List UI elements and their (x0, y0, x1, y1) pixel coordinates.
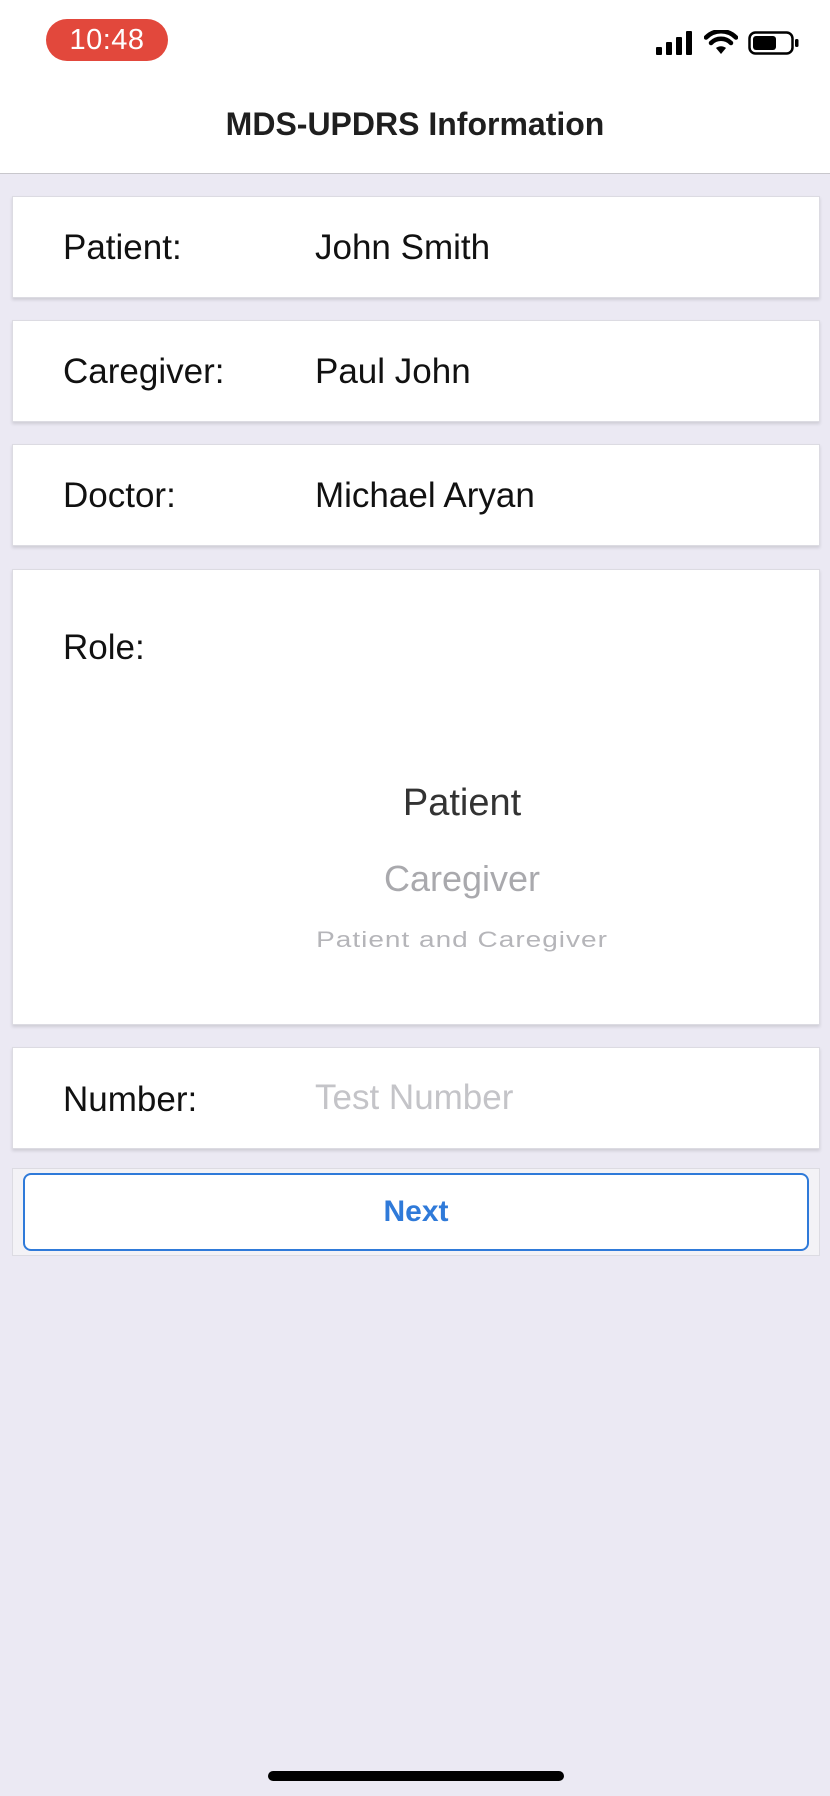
caregiver-label: Caregiver: (63, 352, 225, 391)
role-option-patient-and-caregiver[interactable]: Patient and Caregiver (13, 927, 819, 953)
status-bar: 10:48 (0, 0, 830, 84)
doctor-label: Doctor: (63, 476, 176, 515)
patient-row: Patient: John Smith (12, 196, 820, 298)
doctor-row: Doctor: Michael Aryan (12, 444, 820, 546)
role-option-caregiver[interactable]: Caregiver (13, 858, 819, 900)
role-row: Role: Patient Caregiver Patient and Care… (12, 569, 820, 1025)
doctor-value: Michael Aryan (315, 476, 535, 515)
button-container: Next (12, 1168, 820, 1256)
page-title: MDS-UPDRS Information (225, 106, 605, 142)
wifi-icon (703, 28, 739, 61)
caregiver-value: Paul John (315, 352, 471, 391)
battery-icon (748, 30, 800, 61)
number-row: Number: (12, 1047, 820, 1149)
caregiver-row: Caregiver: Paul John (12, 320, 820, 422)
role-picker[interactable]: Patient Caregiver Patient and Caregiver (13, 570, 819, 1024)
number-label: Number: (63, 1080, 198, 1119)
status-icons (656, 28, 800, 61)
next-button[interactable]: Next (23, 1173, 809, 1251)
navigation-bar: MDS-UPDRS Information (0, 84, 830, 174)
signal-icon (656, 30, 694, 60)
role-option-patient[interactable]: Patient (13, 782, 819, 825)
home-indicator (268, 1771, 564, 1781)
status-time: 10:48 (46, 19, 168, 61)
number-input[interactable] (315, 1076, 785, 1120)
patient-value: John Smith (315, 228, 491, 267)
patient-label: Patient: (63, 228, 182, 267)
